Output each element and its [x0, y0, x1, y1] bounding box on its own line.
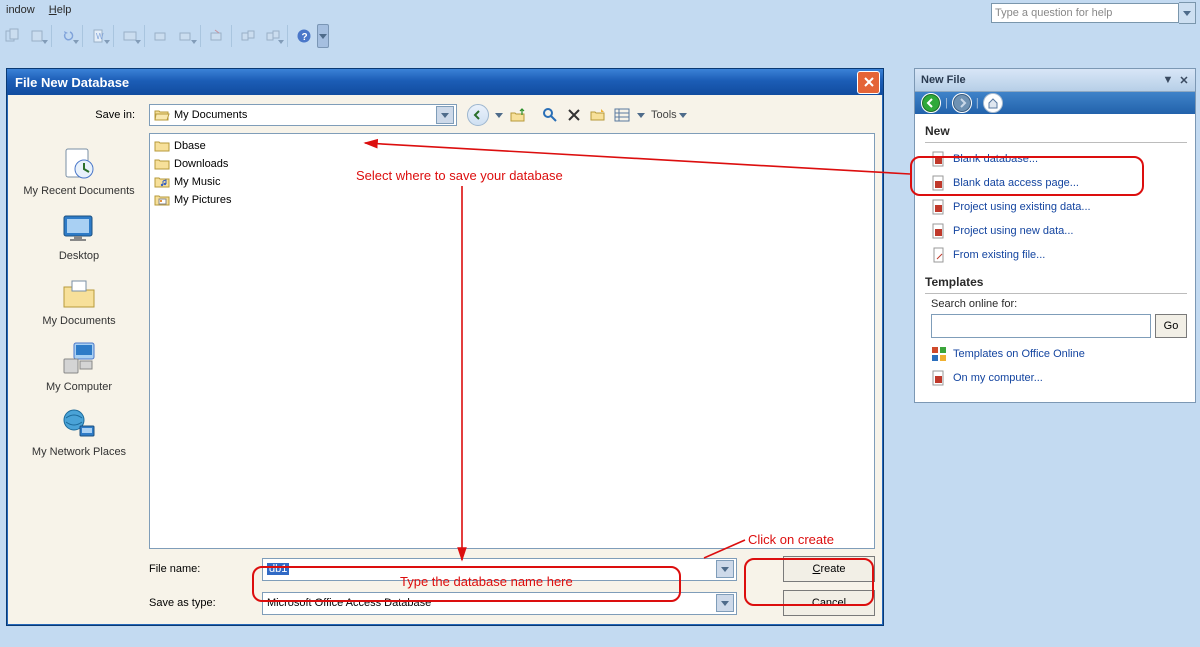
save-as-type-combo[interactable]: Microsoft Office Access Database	[262, 592, 737, 615]
save-in-label: Save in:	[15, 101, 143, 129]
search-icon[interactable]	[541, 106, 559, 124]
back-icon[interactable]	[921, 93, 941, 113]
access-file-icon	[931, 370, 947, 386]
desktop-icon	[58, 208, 100, 248]
place-my-documents[interactable]: My Documents	[15, 269, 143, 334]
main-toolbar: W ?	[0, 22, 1200, 56]
save-in-toolbar: Tools	[467, 104, 687, 126]
close-icon[interactable]: ✕	[1177, 73, 1191, 87]
network-places-icon	[58, 404, 100, 444]
task-pane-header: New File ▼ ✕	[915, 69, 1195, 92]
list-item[interactable]: Dbase	[154, 137, 870, 155]
save-in-combo[interactable]: My Documents	[149, 104, 457, 126]
chevron-down-icon[interactable]	[637, 113, 645, 118]
file-name-input[interactable]: db1	[262, 558, 737, 581]
toolbar-btn	[174, 25, 198, 47]
toolbar-btn	[205, 25, 229, 47]
task-pane-title: New File	[921, 74, 966, 86]
list-item[interactable]: Downloads	[154, 155, 870, 173]
back-icon[interactable]	[467, 104, 489, 126]
toolbar-overflow[interactable]	[317, 24, 329, 48]
toolbar-btn	[118, 25, 142, 47]
search-online-label: Search online for:	[925, 298, 1187, 310]
help-search-input[interactable]	[991, 3, 1179, 23]
folder-open-icon	[154, 108, 170, 122]
link-on-my-computer[interactable]: On my computer...	[925, 366, 1187, 390]
help-search-dropdown[interactable]	[1179, 2, 1196, 24]
place-desktop[interactable]: Desktop	[15, 204, 143, 269]
go-button[interactable]: Go	[1155, 314, 1187, 338]
chevron-down-icon[interactable]	[436, 106, 454, 124]
dialog-title: File New Database	[15, 75, 129, 90]
new-file-task-pane: New File ▼ ✕ | | New Blank database... B…	[914, 68, 1196, 403]
toolbar-btn	[236, 25, 260, 47]
list-item[interactable]: My Pictures	[154, 191, 870, 209]
office-online-icon	[931, 346, 947, 362]
toolbar-undo-icon	[56, 25, 80, 47]
access-file-icon	[931, 151, 947, 167]
delete-icon[interactable]	[565, 106, 583, 124]
dialog-titlebar: File New Database	[7, 69, 883, 95]
place-my-recent-documents[interactable]: My Recent Documents	[15, 139, 143, 204]
home-icon[interactable]	[983, 93, 1003, 113]
access-file-icon	[931, 175, 947, 191]
chevron-down-icon[interactable]	[495, 113, 503, 118]
save-as-type-label: Save as type:	[149, 597, 254, 609]
my-computer-icon	[58, 339, 100, 379]
link-from-existing-file[interactable]: From existing file...	[925, 243, 1187, 267]
place-my-network-places[interactable]: My Network Places	[15, 400, 143, 465]
link-blank-data-access-page[interactable]: Blank data access page...	[925, 171, 1187, 195]
my-documents-icon	[58, 273, 100, 313]
create-button[interactable]: Create	[783, 556, 875, 582]
file-name-label: File name:	[149, 563, 254, 575]
chevron-down-icon[interactable]: ▼	[1161, 73, 1175, 87]
toolbar-btn	[149, 25, 173, 47]
help-search	[991, 2, 1196, 24]
recent-documents-icon	[58, 143, 100, 183]
file-new-database-dialog: File New Database Save in: My Documents	[6, 68, 884, 626]
toolbar-btn: W	[87, 25, 111, 47]
list-item[interactable]: My Music	[154, 173, 870, 191]
new-folder-icon[interactable]	[589, 106, 607, 124]
tools-menu[interactable]: Tools	[651, 109, 687, 121]
cancel-button[interactable]: Cancel	[783, 590, 875, 616]
file-icon	[931, 247, 947, 263]
place-my-computer[interactable]: My Computer	[15, 335, 143, 400]
chevron-down-icon[interactable]	[716, 594, 734, 612]
svg-text:?: ?	[302, 32, 308, 43]
places-bar: My Recent Documents Desktop My Documents…	[15, 133, 143, 617]
link-project-existing-data[interactable]: Project using existing data...	[925, 195, 1187, 219]
access-file-icon	[931, 199, 947, 215]
svg-text:W: W	[96, 32, 104, 41]
toolbar-btn	[0, 25, 24, 47]
menu-item-window[interactable]: indow	[6, 4, 35, 16]
section-new: New	[925, 124, 1187, 138]
link-project-new-data[interactable]: Project using new data...	[925, 219, 1187, 243]
file-list[interactable]: Dbase Downloads My Music My Pictures	[149, 133, 875, 549]
music-folder-icon	[154, 175, 170, 189]
section-templates: Templates	[925, 275, 1187, 289]
menu-item-help[interactable]: Help	[49, 4, 72, 16]
save-in-value: My Documents	[174, 109, 247, 121]
link-templates-office-online[interactable]: Templates on Office Online	[925, 342, 1187, 366]
chevron-down-icon[interactable]	[716, 560, 734, 578]
folder-icon	[154, 157, 170, 171]
forward-icon	[952, 93, 972, 113]
task-pane-nav: | |	[915, 92, 1195, 114]
toolbar-help-icon[interactable]: ?	[292, 25, 316, 47]
link-blank-database[interactable]: Blank database...	[925, 147, 1187, 171]
close-icon[interactable]	[857, 71, 880, 94]
folder-icon	[154, 139, 170, 153]
up-one-level-icon[interactable]	[509, 106, 527, 124]
toolbar-btn	[25, 25, 49, 47]
access-file-icon	[931, 223, 947, 239]
toolbar-btn	[261, 25, 285, 47]
templates-search-input[interactable]	[931, 314, 1151, 338]
views-icon[interactable]	[613, 106, 631, 124]
pictures-folder-icon	[154, 193, 170, 207]
